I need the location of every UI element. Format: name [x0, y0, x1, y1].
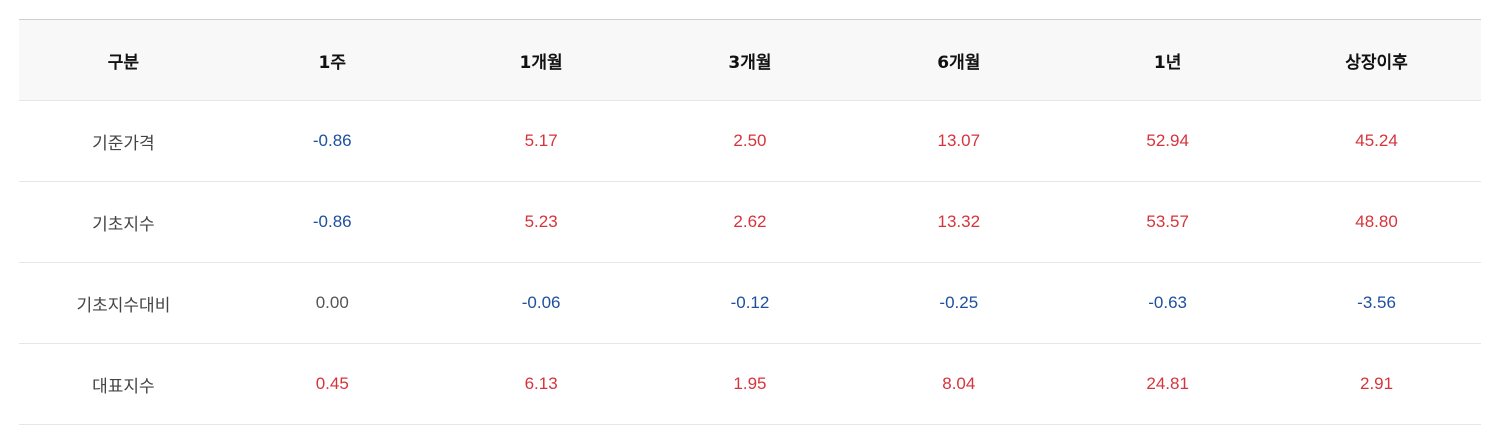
table-row-representative-index: 대표지수 0.45 6.13 1.95 8.04 24.81 2.91 — [19, 343, 1481, 425]
header-3month: 3개월 — [645, 19, 855, 101]
table-cell: 0.00 — [227, 262, 437, 344]
table-row-nav: 기준가격 -0.86 5.17 2.50 13.07 52.94 45.24 — [19, 100, 1481, 182]
table-cell: 2.50 — [645, 100, 855, 182]
header-1week: 1주 — [227, 19, 437, 101]
table-cell: 52.94 — [1063, 100, 1273, 182]
table-header: 구분 1주 1개월 3개월 6개월 1년 상장이후 — [19, 19, 1481, 101]
table-cell: 53.57 — [1063, 181, 1273, 263]
table-cell: 13.32 — [854, 181, 1064, 263]
header-1year: 1년 — [1063, 19, 1273, 101]
table-cell: -0.86 — [227, 181, 437, 263]
table-cell: -0.63 — [1063, 262, 1273, 344]
table-cell: -0.25 — [854, 262, 1064, 344]
table-cell: 8.04 — [854, 343, 1064, 425]
table-cell: -3.56 — [1272, 262, 1481, 344]
table-cell: 2.62 — [645, 181, 855, 263]
row-label: 기초지수대비 — [19, 262, 228, 344]
table-cell: 0.45 — [227, 343, 437, 425]
table-row-vs-base-index: 기초지수대비 0.00 -0.06 -0.12 -0.25 -0.63 -3.5… — [19, 262, 1481, 344]
table-cell: -0.06 — [436, 262, 646, 344]
header-category: 구분 — [19, 19, 228, 101]
returns-table: 구분 1주 1개월 3개월 6개월 1년 상장이후 기준가격 -0.86 5.1… — [19, 19, 1481, 425]
table-row-base-index: 기초지수 -0.86 5.23 2.62 13.32 53.57 48.80 — [19, 181, 1481, 263]
header-1month: 1개월 — [436, 19, 646, 101]
table-cell: 1.95 — [645, 343, 855, 425]
table-cell: 48.80 — [1272, 181, 1481, 263]
header-row: 구분 1주 1개월 3개월 6개월 1년 상장이후 — [19, 19, 1481, 101]
row-label: 기준가격 — [19, 100, 228, 182]
row-label: 기초지수 — [19, 181, 228, 263]
table-cell: 5.17 — [436, 100, 646, 182]
table-cell: -0.12 — [645, 262, 855, 344]
table-cell: 6.13 — [436, 343, 646, 425]
row-label: 대표지수 — [19, 343, 228, 425]
header-6month: 6개월 — [854, 19, 1064, 101]
table-body: 기준가격 -0.86 5.17 2.50 13.07 52.94 45.24 기… — [19, 100, 1481, 425]
table-cell: 5.23 — [436, 181, 646, 263]
returns-table-container: 구분 1주 1개월 3개월 6개월 1년 상장이후 기준가격 -0.86 5.1… — [19, 19, 1481, 425]
header-since-listing: 상장이후 — [1272, 19, 1481, 101]
table-cell: 2.91 — [1272, 343, 1481, 425]
table-cell: -0.86 — [227, 100, 437, 182]
table-cell: 13.07 — [854, 100, 1064, 182]
table-cell: 45.24 — [1272, 100, 1481, 182]
table-cell: 24.81 — [1063, 343, 1273, 425]
